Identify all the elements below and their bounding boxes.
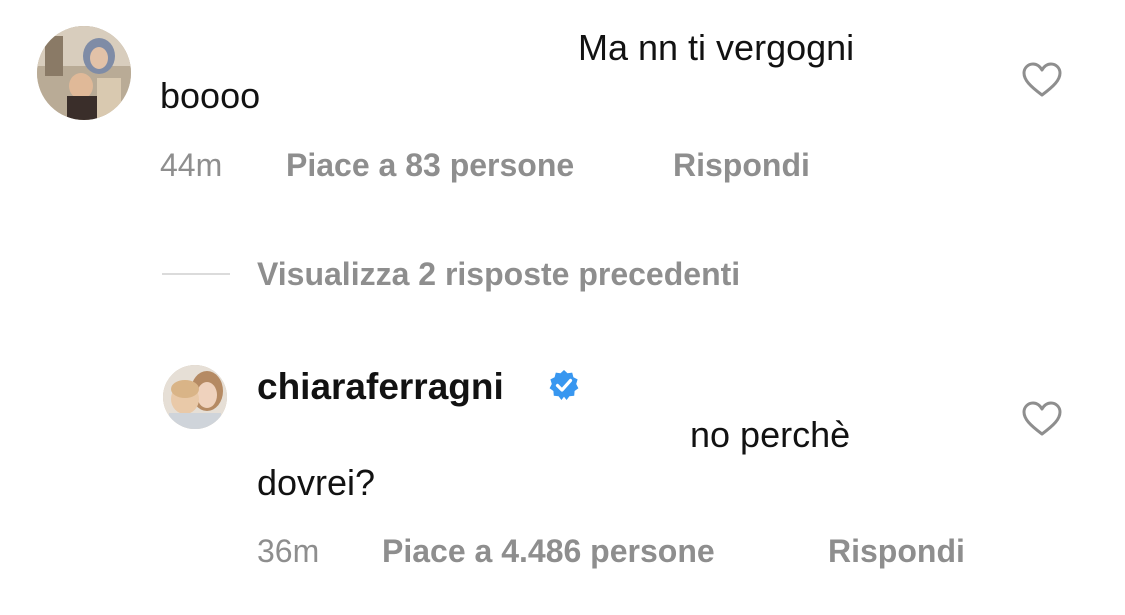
replies-divider [162,273,230,275]
heart-outline-icon [1022,62,1062,97]
comment-2-text-line-1: no perchè [690,414,851,455]
avatar-photo [163,365,227,429]
comment-2-like-button[interactable] [1022,401,1062,437]
comment-1-reply-button[interactable]: Rispondi [673,147,810,183]
comment-2-likes-count[interactable]: Piace a 4.486 persone [382,533,715,569]
comment-1-timestamp: 44m [160,147,223,183]
view-previous-replies-button[interactable]: Visualizza 2 risposte precedenti [257,256,740,292]
verified-badge-icon [548,369,580,401]
heart-outline-icon [1022,401,1062,436]
comment-2-reply-button[interactable]: Rispondi [828,533,965,569]
comment-1-likes-count[interactable]: Piace a 83 persone [286,147,574,183]
comment-2-timestamp: 36m [257,533,320,569]
comment-1-avatar[interactable] [37,26,131,120]
avatar-photo [37,26,131,120]
comment-1-text-line-1: Ma nn ti vergogni [578,27,855,68]
comment-2-username[interactable]: chiaraferragni [257,367,504,407]
comment-1-like-button[interactable] [1022,62,1062,98]
comment-1-text-line-2: boooo [160,75,261,116]
comment-2-text-line-2: dovrei? [257,462,376,503]
comment-2-avatar[interactable] [163,365,227,429]
